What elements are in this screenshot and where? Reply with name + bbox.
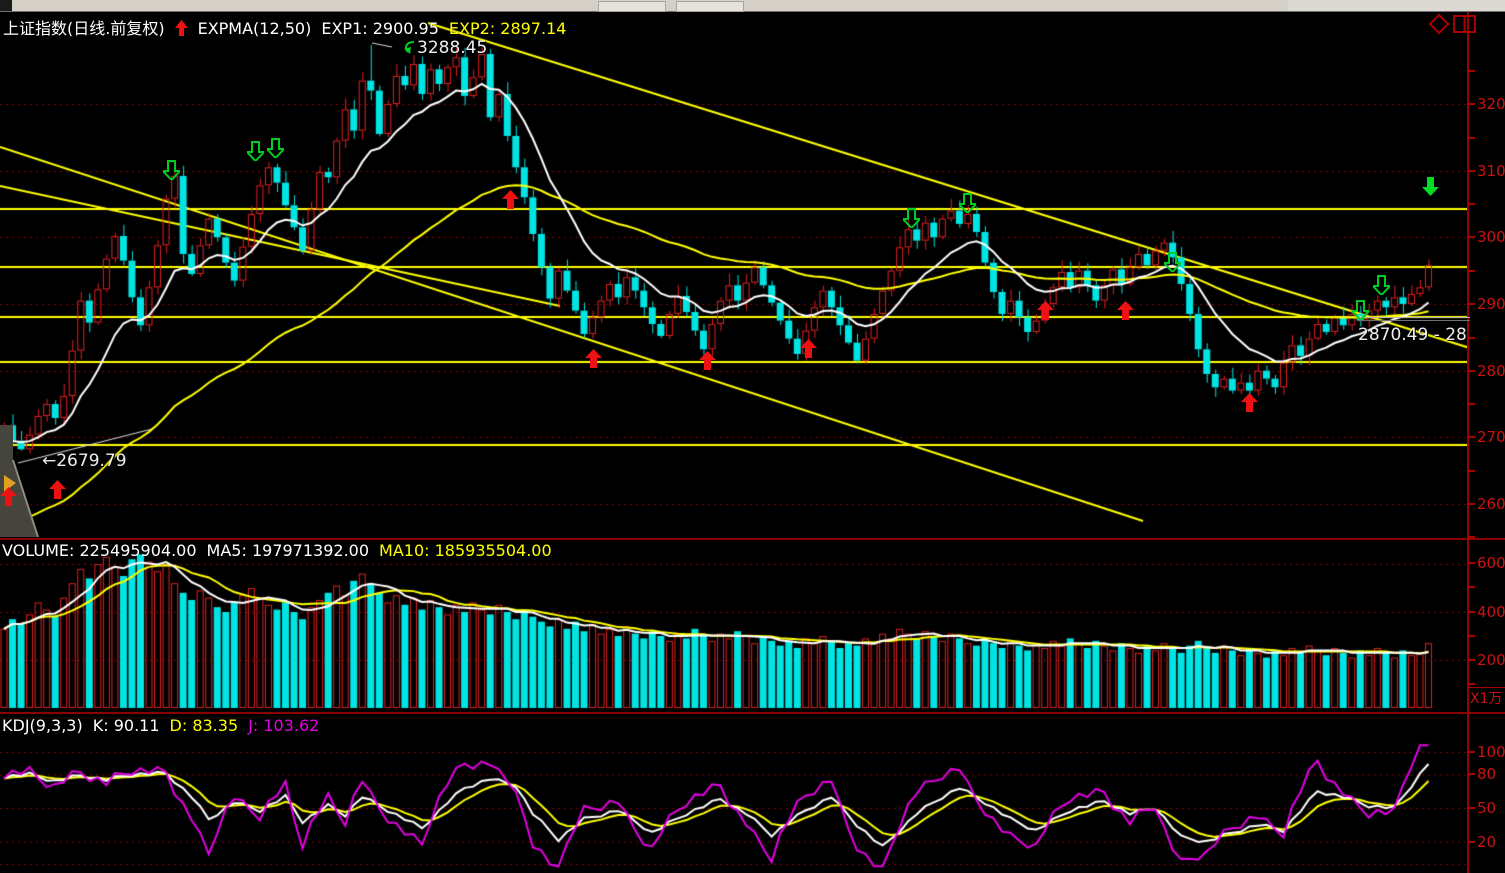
marker-band-line [1358,320,1470,321]
axis-tick [1468,470,1475,472]
indicator-name[interactable]: EXPMA(12,50) [198,19,312,38]
window-titlebar[interactable] [0,0,1505,12]
peak-price-callout: 3288.45 [402,38,487,58]
axis-tick [1468,536,1475,538]
axis-label: 3100 [1477,163,1505,179]
titlebar-right-section [1288,0,1505,11]
axis-tick [1468,503,1475,505]
axis-tick [1468,370,1475,372]
kdj-j-value: J: 103.62 [248,716,319,735]
split-box-button[interactable] [1452,13,1478,39]
price-axis-line [1467,12,1469,873]
axis-tick [1468,236,1475,238]
main-chart-canvas[interactable] [0,12,1467,538]
axis-tick [1468,303,1475,305]
axis-label: 600 [1477,555,1505,571]
axis-label: 20 [1477,834,1496,850]
kdj-name[interactable]: KDJ(9,3,3) [2,716,83,735]
axis-tick [1468,635,1475,637]
volume-ma5-value: MA5: 197971392.00 [207,541,369,560]
axis-tick [1468,683,1475,685]
diamond-button[interactable] [1428,13,1450,39]
pane-separator[interactable] [0,712,1505,714]
axis-tick [1468,751,1475,753]
volume-unit-label: X1万 [1467,687,1505,713]
axis-tick [1468,403,1475,405]
axis-tick [1468,203,1475,205]
trading-app-window: 3200 3100 3000 2900 2800 2700 2600 600 400 200 100… [0,0,1505,873]
volume-chart-canvas[interactable] [0,545,1467,712]
axis-tick [1468,586,1475,588]
trendline-value-marker: 2870.49 - 28 [1358,317,1470,345]
axis-label: 2900 [1477,296,1505,312]
axis-label: 50 [1477,800,1496,816]
exp2-value: EXP2: 2897.14 [449,19,567,38]
axis-tick [1468,841,1475,843]
axis-tick [1468,436,1475,438]
marker-band-line [1358,317,1470,318]
low-price-callout: ←2679.79 [42,451,127,471]
axis-label: 3200 [1477,96,1505,112]
axis-tick [1468,562,1475,564]
axis-tick [1468,659,1475,661]
titlebar-button[interactable] [676,1,744,12]
axis-label: 3000 [1477,229,1505,245]
volume-ma10-value: MA10: 185935504.00 [379,541,552,560]
axis-label: 100 [1477,744,1505,760]
symbol-title[interactable]: 上证指数(日线.前复权) [3,19,165,38]
exp1-value: EXP1: 2900.95 [321,19,439,38]
pane-separator[interactable] [0,538,1505,540]
main-pane-header: 上证指数(日线.前复权) EXPMA(12,50) EXP1: 2900.95 EXP… [3,15,576,39]
axis-tick [1468,70,1475,72]
axis-tick [1468,807,1475,809]
volume-pane-header: VOLUME: 225495904.00 MA5: 197971392.00 MA1… [2,541,562,560]
axis-tick [1468,103,1475,105]
axis-tick [1468,170,1475,172]
expma-arrow-icon [175,19,188,38]
kdj-chart-canvas[interactable] [0,717,1467,873]
titlebar-notch [0,0,12,11]
axis-tick [1468,270,1475,272]
axis-tick [1468,773,1475,775]
titlebar-button[interactable] [598,1,666,12]
axis-label: 400 [1477,604,1505,620]
axis-label: 2800 [1477,363,1505,379]
axis-tick [1468,137,1475,139]
axis-label: 2700 [1477,429,1505,445]
kdj-pane-header: KDJ(9,3,3) K: 90.11 D: 83.35 J: 103.62 [2,716,329,735]
axis-label: 80 [1477,766,1496,782]
axis-tick [1468,611,1475,613]
kdj-k-value: K: 90.11 [93,716,160,735]
axis-label: 2600 [1477,496,1505,512]
peak-callout-arrow-icon [402,38,417,58]
axis-label: 200 [1477,652,1505,668]
kdj-d-value: D: 83.35 [170,716,239,735]
volume-value[interactable]: VOLUME: 225495904.00 [2,541,197,560]
